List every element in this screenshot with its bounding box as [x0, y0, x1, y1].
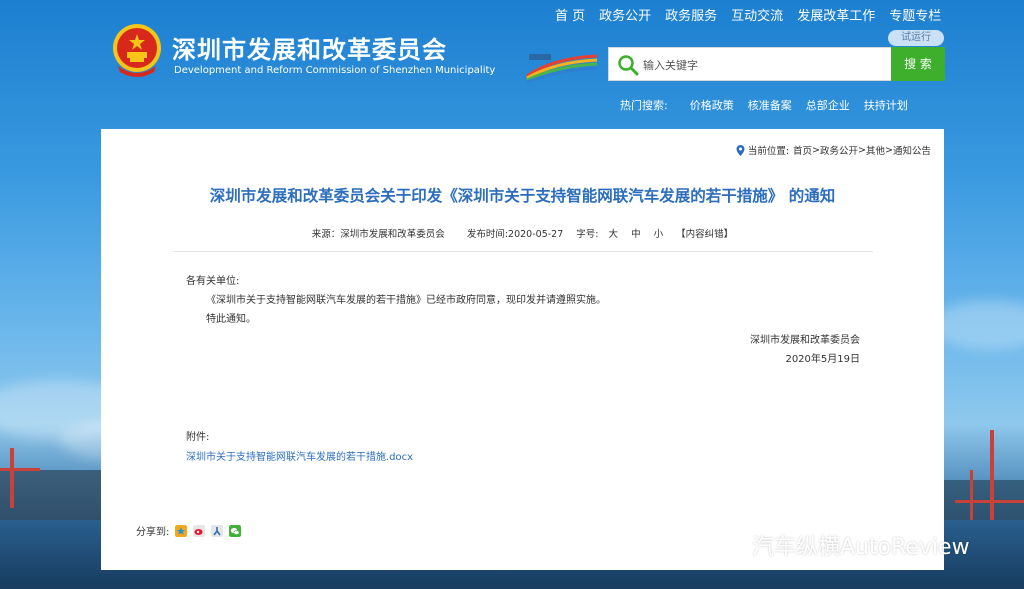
nav-item-home[interactable]: 首 页	[548, 5, 592, 24]
article-date: 2020年5月19日	[785, 354, 860, 365]
hot-search-item-headquarters[interactable]: 总部企业	[806, 97, 850, 113]
font-size-large-button[interactable]: 大	[609, 229, 619, 240]
hot-search-item-approval-filing[interactable]: 核准备案	[748, 97, 792, 113]
nav-item-interaction[interactable]: 互动交流	[724, 5, 790, 24]
nav-item-reform-work[interactable]: 发展改革工作	[790, 5, 882, 24]
breadcrumb-item-other[interactable]: 其他	[866, 143, 885, 157]
article-title: 深圳市发展和改革委员会关于印发《深圳市关于支持智能网联汽车发展的若干措施》 的通…	[209, 187, 836, 205]
breadcrumb-item-home[interactable]: 首页	[793, 143, 812, 157]
divider	[173, 251, 873, 252]
crane	[955, 500, 1024, 503]
search-input[interactable]	[643, 55, 883, 75]
breadcrumb-item-gov-affairs-open[interactable]: 政务公开	[820, 143, 858, 157]
crane	[990, 430, 994, 520]
site-title: 深圳市发展和改革委员会	[172, 36, 447, 64]
watermark-text: 汽车纵横AutoReview	[752, 535, 970, 560]
attachment-file-link[interactable]: 深圳市关于支持智能网联汽车发展的若干措施.docx	[186, 448, 413, 463]
qzone-share-icon[interactable]	[175, 524, 188, 537]
watermark: 汽车纵横AutoReview	[706, 529, 970, 561]
content-panel: 当前位置: 首页 > 政务公开 > 其他 > 通知公告 深圳市发展和改革委员会关…	[101, 129, 944, 570]
nav-item-gov-services[interactable]: 政务服务	[658, 5, 724, 24]
site-subtitle: Development and Reform Commission of She…	[174, 65, 496, 76]
breadcrumb-label: 当前位置:	[747, 146, 790, 157]
breadcrumb-separator: >	[885, 144, 893, 156]
hot-search-item-support-plan[interactable]: 扶持计划	[864, 97, 908, 113]
crane	[970, 470, 973, 520]
share-bar: 分享到:	[136, 523, 242, 538]
breadcrumb: 当前位置: 首页 > 政务公开 > 其他 > 通知公告	[736, 143, 931, 157]
article-meta: 来源：深圳市发展和改革委员会 发布时间:2020-05-27 字号: 大 中 小…	[101, 226, 944, 240]
font-size-label: 字号:	[576, 229, 599, 240]
article-body: 《深圳市关于支持智能网联汽车发展的若干措施》已经市政府同意，现印发并请遵照实施。	[206, 295, 606, 306]
crane	[10, 448, 14, 508]
breadcrumb-separator: >	[812, 144, 821, 156]
attachment-label: 附件:	[186, 432, 210, 443]
hot-search: 热门搜索: 价格政策 核准备案 总部企业 扶持计划	[620, 97, 922, 113]
hot-search-item-price-policy[interactable]: 价格政策	[690, 97, 734, 113]
search-button[interactable]: 搜 索	[891, 47, 945, 81]
search-box	[608, 47, 892, 81]
shenzhen-city-logo-icon	[526, 54, 598, 84]
hot-search-label: 热门搜索:	[620, 99, 668, 112]
crane	[0, 468, 40, 471]
weibo-share-icon[interactable]	[193, 524, 206, 537]
content-correction-link[interactable]: 【内容纠错】	[676, 229, 733, 240]
nav-item-gov-affairs-open[interactable]: 政务公开	[592, 5, 658, 24]
article-source: 来源：深圳市发展和改革委员会	[311, 229, 445, 240]
font-size-small-button[interactable]: 小	[654, 229, 664, 240]
trial-run-badge: 试运行	[888, 30, 944, 46]
font-size-medium-button[interactable]: 中	[631, 229, 641, 240]
wechat-watermark-icon	[707, 531, 746, 559]
wechat-share-icon[interactable]	[229, 524, 242, 537]
national-emblem-icon	[113, 24, 161, 77]
share-label: 分享到:	[136, 527, 170, 538]
breadcrumb-separator: >	[858, 144, 866, 156]
location-pin-icon	[736, 144, 745, 156]
top-nav: 首 页 政务公开 政务服务 互动交流 发展改革工作 专题专栏	[548, 5, 948, 24]
search-icon	[618, 55, 639, 76]
nav-item-special-topics[interactable]: 专题专栏	[882, 5, 948, 24]
article-publish-time: 发布时间:2020-05-27	[466, 229, 564, 240]
article-signature: 深圳市发展和改革委员会	[750, 335, 860, 346]
breadcrumb-item-notices[interactable]: 通知公告	[893, 143, 931, 157]
cloud	[930, 300, 1024, 350]
renren-share-icon[interactable]	[211, 524, 224, 537]
article-closing: 特此通知。	[206, 314, 256, 325]
article-salutation: 各有关单位:	[186, 276, 240, 287]
